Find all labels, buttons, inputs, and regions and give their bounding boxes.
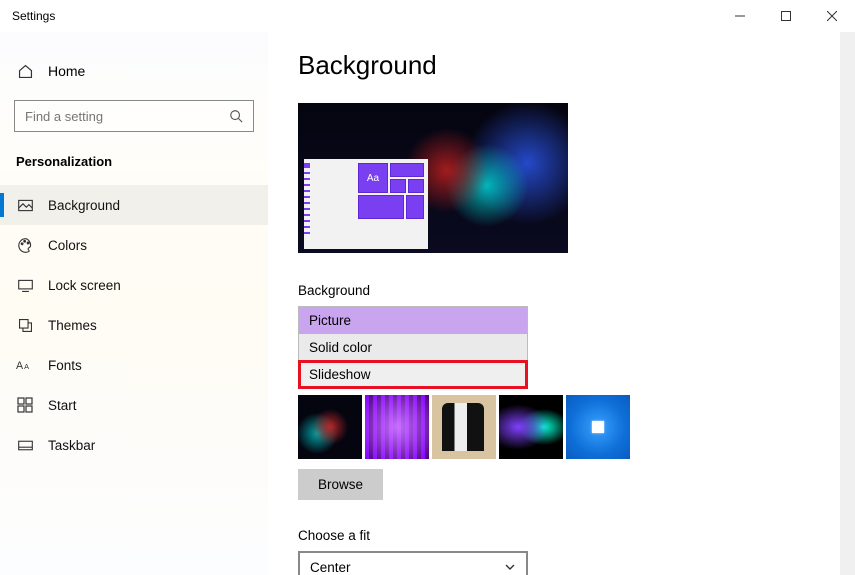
background-dropdown[interactable]: Picture Solid color Slideshow bbox=[298, 306, 528, 389]
sidebar-item-label: Fonts bbox=[48, 358, 82, 373]
fonts-icon: AA bbox=[16, 356, 34, 374]
search-input[interactable] bbox=[25, 109, 229, 124]
main-content: Background Aa Background Picture Solid c… bbox=[268, 32, 855, 575]
sidebar: Home Personalization Background Colors bbox=[0, 32, 268, 575]
category-title: Personalization bbox=[0, 148, 268, 185]
fit-dropdown[interactable]: Center bbox=[298, 551, 528, 575]
home-label: Home bbox=[48, 63, 85, 79]
themes-icon bbox=[16, 316, 34, 334]
minimize-button[interactable] bbox=[717, 0, 763, 32]
palette-icon bbox=[16, 236, 34, 254]
recent-images bbox=[298, 395, 825, 459]
window-controls bbox=[717, 0, 855, 32]
picture-icon bbox=[16, 196, 34, 214]
sidebar-item-label: Background bbox=[48, 198, 120, 213]
svg-text:A: A bbox=[16, 360, 24, 372]
sidebar-item-lockscreen[interactable]: Lock screen bbox=[0, 265, 268, 305]
window-title: Settings bbox=[12, 9, 55, 23]
sidebar-item-fonts[interactable]: AA Fonts bbox=[0, 345, 268, 385]
sidebar-item-label: Themes bbox=[48, 318, 97, 333]
start-icon bbox=[16, 396, 34, 414]
fit-label: Choose a fit bbox=[298, 528, 825, 543]
browse-button[interactable]: Browse bbox=[298, 469, 383, 500]
sidebar-item-label: Lock screen bbox=[48, 278, 121, 293]
close-button[interactable] bbox=[809, 0, 855, 32]
thumbnail[interactable] bbox=[298, 395, 362, 459]
sidebar-item-label: Colors bbox=[48, 238, 87, 253]
thumbnail[interactable] bbox=[566, 395, 630, 459]
sidebar-item-colors[interactable]: Colors bbox=[0, 225, 268, 265]
thumbnail[interactable] bbox=[432, 395, 496, 459]
monitor-icon bbox=[16, 276, 34, 294]
dropdown-option-picture[interactable]: Picture bbox=[299, 307, 527, 334]
taskbar-icon bbox=[16, 436, 34, 454]
background-dropdown-label: Background bbox=[298, 283, 825, 298]
sidebar-item-label: Taskbar bbox=[48, 438, 95, 453]
thumbnail[interactable] bbox=[365, 395, 429, 459]
thumbnail[interactable] bbox=[499, 395, 563, 459]
titlebar: Settings bbox=[0, 0, 855, 32]
scrollbar[interactable] bbox=[840, 32, 855, 575]
sidebar-item-start[interactable]: Start bbox=[0, 385, 268, 425]
background-preview: Aa bbox=[298, 103, 568, 253]
fit-value: Center bbox=[310, 560, 351, 575]
home-icon bbox=[16, 62, 34, 80]
search-input-wrap[interactable] bbox=[14, 100, 254, 132]
page-title: Background bbox=[298, 50, 825, 81]
preview-tile-sample: Aa bbox=[358, 163, 388, 193]
chevron-down-icon bbox=[504, 561, 516, 573]
dropdown-option-slideshow[interactable]: Slideshow bbox=[299, 361, 527, 388]
sidebar-item-taskbar[interactable]: Taskbar bbox=[0, 425, 268, 465]
svg-text:A: A bbox=[24, 362, 29, 371]
sidebar-item-label: Start bbox=[48, 398, 77, 413]
sidebar-item-background[interactable]: Background bbox=[0, 185, 268, 225]
dropdown-option-solid[interactable]: Solid color bbox=[299, 334, 527, 361]
search-icon bbox=[229, 109, 243, 123]
home-link[interactable]: Home bbox=[0, 52, 268, 90]
maximize-button[interactable] bbox=[763, 0, 809, 32]
sidebar-item-themes[interactable]: Themes bbox=[0, 305, 268, 345]
